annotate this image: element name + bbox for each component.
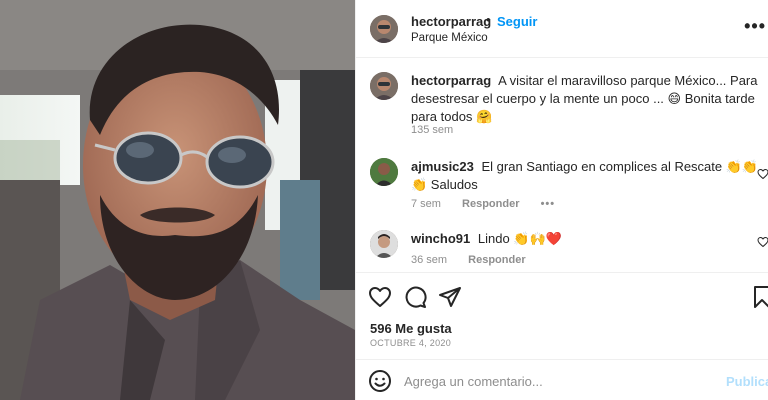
smiley-icon[interactable]	[368, 369, 392, 393]
separator-dot: •	[486, 12, 491, 27]
comment-body: Lindo 👏🙌❤️	[477, 231, 562, 246]
bookmark-icon[interactable]	[750, 285, 768, 309]
comment-like-icon[interactable]	[757, 168, 768, 180]
reply-button[interactable]: Responder	[462, 198, 519, 210]
share-icon[interactable]	[438, 285, 462, 309]
comment-text: ajmusic23 El gran Santiago en complices …	[411, 158, 763, 194]
selfie-photo	[0, 0, 355, 400]
caption-text: hectorparrag A visitar el maravilloso pa…	[411, 72, 763, 126]
more-icon[interactable]: •••	[744, 16, 766, 37]
comment-age: 36 sem	[411, 254, 448, 266]
comment-like-icon[interactable]	[757, 236, 768, 248]
comment-meta: 7 sem Responder •••	[411, 198, 555, 210]
author-avatar[interactable]	[370, 15, 398, 43]
commenter-username[interactable]: ajmusic23	[411, 159, 474, 174]
post-actions: 596 Me gusta OCTUBRE 4, 2020 Agrega un c…	[356, 272, 768, 400]
like-icon[interactable]	[368, 285, 392, 309]
commenter-avatar[interactable]	[370, 230, 398, 258]
post-date: OCTUBRE 4, 2020	[370, 338, 452, 348]
likes-count[interactable]: 596 Me gusta	[370, 321, 452, 336]
caption-age: 135 sem	[411, 124, 454, 136]
follow-button[interactable]: Seguir	[497, 14, 537, 29]
caption-username[interactable]: hectorparrag	[411, 73, 491, 88]
comment-age: 7 sem	[411, 198, 441, 210]
post-location[interactable]: Parque México	[411, 32, 488, 44]
commenter-username[interactable]: wincho91	[411, 231, 470, 246]
comment-input[interactable]: Agrega un comentario...	[404, 374, 543, 389]
author-username[interactable]: hectorparrag	[411, 14, 491, 29]
comment-meta: 36 sem Responder	[411, 254, 526, 266]
caption-avatar[interactable]	[370, 72, 398, 100]
comments-list[interactable]: hectorparrag A visitar el maravilloso pa…	[356, 58, 768, 272]
add-comment-bar: Agrega un comentario... Publicar	[356, 359, 768, 400]
publish-button[interactable]: Publicar	[726, 374, 768, 389]
post-header: hectorparrag • Seguir Parque México •••	[356, 0, 768, 58]
post-details-panel: hectorparrag • Seguir Parque México ••• …	[355, 0, 768, 400]
caption-meta: 135 sem	[411, 124, 453, 136]
reply-button[interactable]: Responder	[468, 254, 525, 266]
comment-text: wincho91 Lindo 👏🙌❤️	[411, 230, 763, 248]
post-photo[interactable]	[0, 0, 355, 400]
comment-icon[interactable]	[403, 285, 427, 309]
comment-more-icon[interactable]: •••	[541, 198, 556, 210]
commenter-avatar[interactable]	[370, 158, 398, 186]
